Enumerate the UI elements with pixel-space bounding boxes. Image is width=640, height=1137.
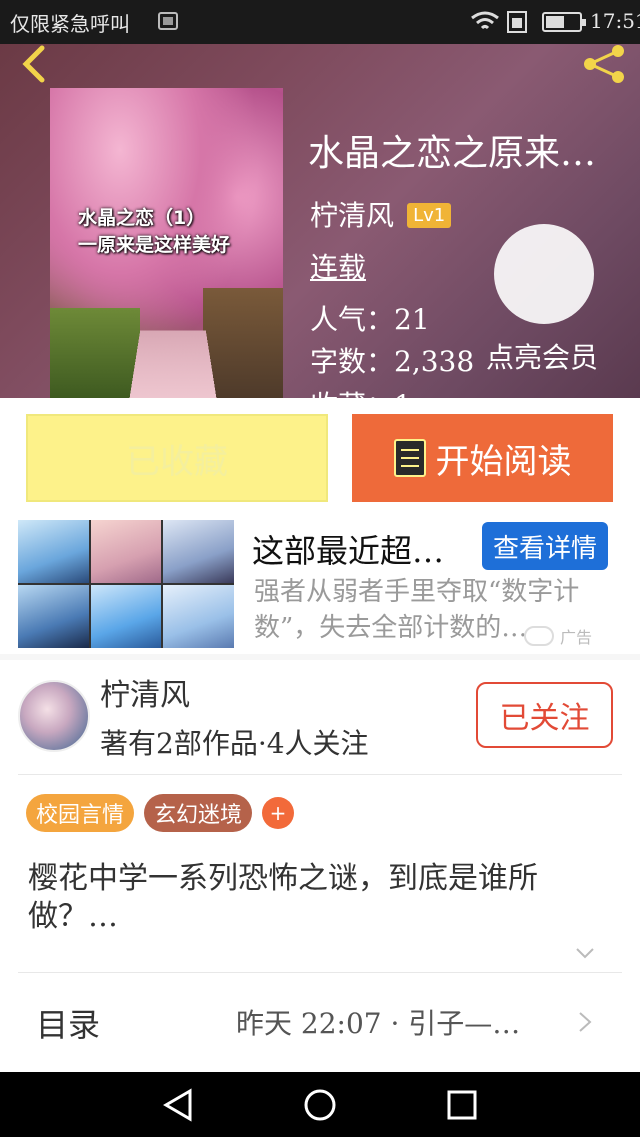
tag-fantasy[interactable]: 玄幻迷境 <box>144 794 253 832</box>
ad-image[interactable] <box>18 520 234 648</box>
vip-label[interactable]: 点亮会员 <box>486 336 598 376</box>
book-title: 水晶之恋之原来… <box>308 133 597 174</box>
book-icon <box>393 439 426 477</box>
divider <box>18 774 622 775</box>
view-details-button[interactable]: 查看详情 <box>482 522 608 570</box>
start-reading-label: 开始阅读 <box>435 441 572 482</box>
tag-campus-romance[interactable]: 校园言情 <box>26 794 135 832</box>
back-button[interactable] <box>16 44 56 84</box>
collected-button[interactable]: 已收藏 <box>26 414 328 502</box>
nav-home-icon[interactable] <box>302 1087 338 1123</box>
author-card: 柠清风 著有2部作品·4人关注 已关注 校园言情 玄幻迷境 + 樱花中学一系列恐… <box>0 660 640 1072</box>
status-bar: 仅限紧急呼叫 17:51 <box>0 0 640 44</box>
wifi-icon <box>471 11 499 30</box>
clock: 17:51 <box>590 9 640 33</box>
favorites-count: 收藏：1 <box>310 384 412 398</box>
crown-icon[interactable] <box>494 224 594 324</box>
ad-tag: 广告 <box>524 624 592 648</box>
sim-card-icon <box>507 11 527 33</box>
nav-recents-icon[interactable] <box>444 1087 480 1123</box>
toc-latest-chapter[interactable]: 昨天 22:07 · 引子—… <box>236 1002 566 1042</box>
author-card-meta: 著有2部作品·4人关注 <box>100 727 369 760</box>
add-tag-button[interactable]: + <box>262 797 295 829</box>
synopsis[interactable]: 樱花中学一系列恐怖之谜，到底是谁所做？… <box>28 860 598 936</box>
ad-close-icon[interactable] <box>524 626 554 646</box>
nav-back-icon[interactable] <box>160 1087 196 1123</box>
chevron-right-icon[interactable] <box>576 1010 594 1034</box>
chevron-down-icon[interactable] <box>574 942 596 964</box>
toc-label[interactable]: 目录 <box>36 1000 100 1046</box>
avatar[interactable] <box>18 680 90 752</box>
author-card-name[interactable]: 柠清风 <box>100 670 190 714</box>
author-name[interactable]: 柠清风 <box>310 199 394 232</box>
follow-button[interactable]: 已关注 <box>476 682 613 748</box>
popularity-count: 人气：21 <box>310 303 430 336</box>
book-header: 水晶之恋（1） 一原来是这样美好 水晶之恋之原来… 柠清风 Lv1 连载 人气：… <box>0 44 640 398</box>
share-button[interactable] <box>580 44 628 84</box>
author-row[interactable]: 柠清风 Lv1 <box>310 194 452 232</box>
system-nav-bar <box>0 1072 640 1137</box>
divider <box>18 972 622 973</box>
ad-title[interactable]: 这部最近超… <box>252 526 474 572</box>
cover-title-text: 水晶之恋（1） 一原来是这样美好 <box>78 207 231 256</box>
battery-icon <box>542 12 586 32</box>
action-bar: 已收藏 开始阅读 <box>0 398 640 514</box>
word-count: 字数：2,338 <box>310 345 475 378</box>
ad-banner[interactable]: 这部最近超… 查看详情 强者从弱者手里夺取“数字计数”，失去全部计数的… 广告 <box>0 514 640 654</box>
book-cover-image[interactable]: 水晶之恋（1） 一原来是这样美好 <box>50 88 283 398</box>
serial-status: 连载 <box>310 251 367 284</box>
start-reading-button[interactable]: 开始阅读 <box>352 414 613 502</box>
level-badge: Lv1 <box>407 203 452 228</box>
screenshot-notification-icon <box>158 12 178 30</box>
tag-list: 校园言情 玄幻迷境 + <box>26 794 295 832</box>
carrier-text: 仅限紧急呼叫 <box>10 12 130 36</box>
